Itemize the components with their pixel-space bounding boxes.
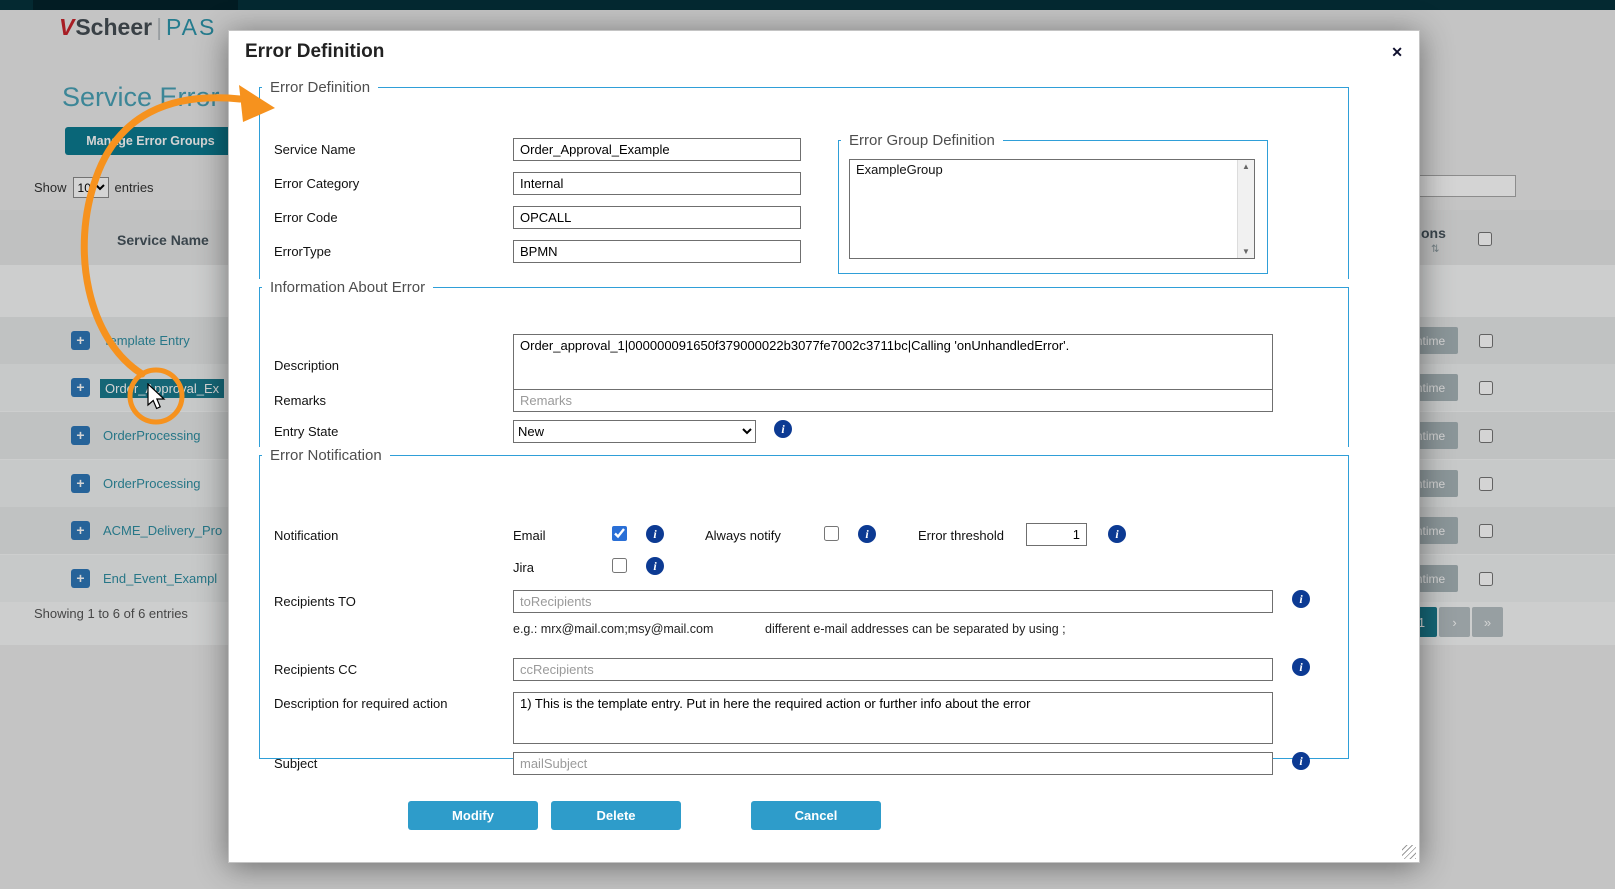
- error-definition-section: Error Definition Service Name Error Cate…: [259, 79, 1349, 279]
- error-definition-legend: Error Definition: [262, 79, 378, 96]
- error-code-field[interactable]: [513, 206, 801, 229]
- always-notify-checkbox[interactable]: [824, 526, 839, 541]
- error-threshold-info-icon[interactable]: i: [1108, 525, 1126, 543]
- error-type-field[interactable]: [513, 240, 801, 263]
- email-info-icon[interactable]: i: [646, 525, 664, 543]
- error-threshold-field[interactable]: [1026, 523, 1087, 546]
- recipients-cc-info-icon[interactable]: i: [1292, 658, 1310, 676]
- description-label: Description: [274, 358, 339, 373]
- subject-info-icon[interactable]: i: [1292, 752, 1310, 770]
- email-label: Email: [513, 528, 546, 543]
- jira-label: Jira: [513, 560, 534, 575]
- close-icon[interactable]: ✕: [1391, 44, 1403, 61]
- screen: VScheer|PAS Service Error List Manage Er…: [0, 0, 1615, 889]
- resize-handle[interactable]: [1402, 845, 1416, 859]
- delete-button[interactable]: Delete: [551, 801, 681, 830]
- scroll-down-icon[interactable]: ▼: [1242, 247, 1250, 256]
- error-category-field[interactable]: [513, 172, 801, 195]
- error-definition-modal: Error Definition ✕ Error Definition Serv…: [228, 30, 1420, 863]
- always-notify-info-icon[interactable]: i: [858, 525, 876, 543]
- required-action-field[interactable]: 1) This is the template entry. Put in he…: [513, 692, 1273, 744]
- error-group-item[interactable]: ExampleGroup: [850, 160, 1254, 179]
- modify-button[interactable]: Modify: [408, 801, 538, 830]
- entry-state-label: Entry State: [274, 424, 338, 439]
- entry-state-info-icon[interactable]: i: [774, 420, 792, 438]
- error-notification-section: Error Notification Notification Email i …: [259, 447, 1349, 759]
- entry-state-select[interactable]: New: [513, 420, 756, 443]
- jira-info-icon[interactable]: i: [646, 557, 664, 575]
- error-threshold-label: Error threshold: [918, 528, 1004, 543]
- error-group-legend: Error Group Definition: [841, 132, 1003, 149]
- error-group-definition-section: Error Group Definition ExampleGroup ▲ ▼: [838, 132, 1268, 274]
- recipients-cc-label: Recipients CC: [274, 662, 357, 677]
- listbox-scrollbar[interactable]: ▲ ▼: [1237, 160, 1254, 258]
- required-action-label: Description for required action: [274, 696, 447, 711]
- recipients-example-hint: e.g.: mrx@mail.com;msy@mail.com: [513, 622, 713, 636]
- recipients-to-label: Recipients TO: [274, 594, 356, 609]
- error-category-label: Error Category: [274, 176, 359, 191]
- information-about-error-section: Information About Error Description Orde…: [259, 279, 1349, 447]
- recipients-cc-field[interactable]: [513, 658, 1273, 681]
- recipients-separator-hint: different e-mail addresses can be separa…: [765, 622, 1066, 636]
- always-notify-label: Always notify: [705, 528, 781, 543]
- subject-label: Subject: [274, 756, 317, 771]
- recipients-to-field[interactable]: [513, 590, 1273, 613]
- recipients-to-info-icon[interactable]: i: [1292, 590, 1310, 608]
- service-name-label: Service Name: [274, 142, 356, 157]
- cancel-button[interactable]: Cancel: [751, 801, 881, 830]
- information-legend: Information About Error: [262, 279, 433, 296]
- notification-legend: Error Notification: [262, 447, 390, 464]
- scroll-up-icon[interactable]: ▲: [1242, 162, 1250, 171]
- jira-checkbox[interactable]: [612, 558, 627, 573]
- description-field[interactable]: Order_approval_1|000000091650f379000022b…: [513, 334, 1273, 392]
- subject-field[interactable]: [513, 752, 1273, 775]
- modal-title: Error Definition: [245, 41, 384, 63]
- notification-label: Notification: [274, 528, 338, 543]
- remarks-field[interactable]: [513, 389, 1273, 412]
- error-type-label: ErrorType: [274, 244, 331, 259]
- error-group-listbox[interactable]: ExampleGroup ▲ ▼: [849, 159, 1255, 259]
- remarks-label: Remarks: [274, 393, 326, 408]
- error-code-label: Error Code: [274, 210, 338, 225]
- service-name-field[interactable]: [513, 138, 801, 161]
- email-checkbox[interactable]: [612, 526, 627, 541]
